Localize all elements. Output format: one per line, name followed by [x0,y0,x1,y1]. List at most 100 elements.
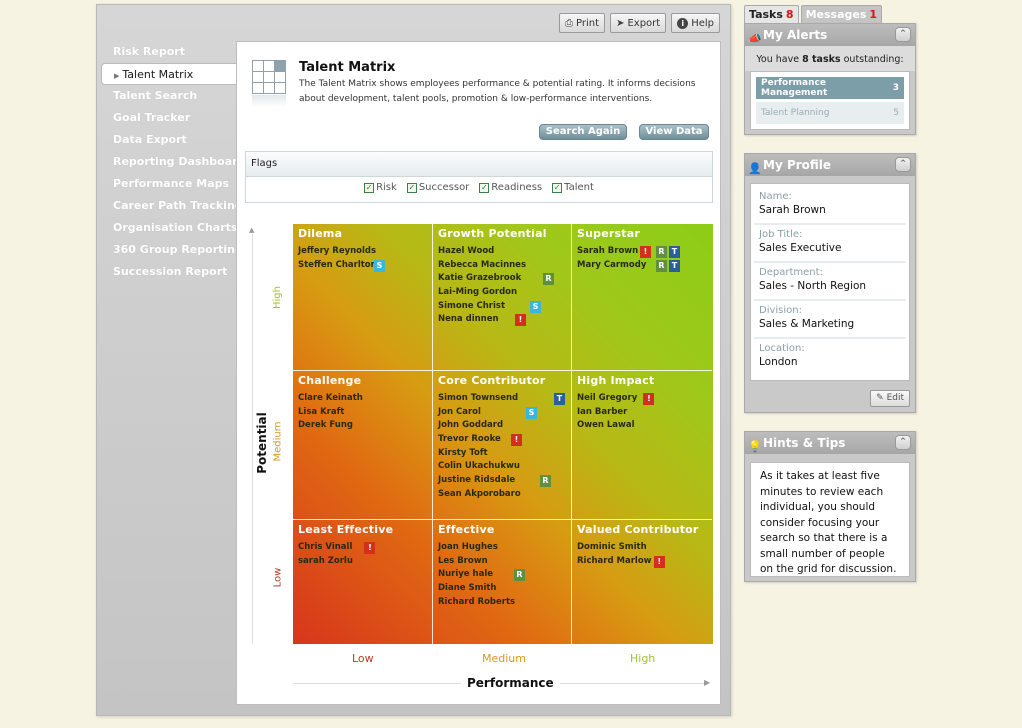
flag-checkbox-risk[interactable]: ✓ Risk [364,182,397,193]
person-entry[interactable]: Katie Grazebrook R [438,272,566,286]
person-entry[interactable]: Chris Vinall! [298,541,427,555]
alert-item-performance-management[interactable]: Performance Management 3 [756,77,904,99]
print-label: Print [576,17,600,29]
collapse-icon[interactable]: ⌃ [895,435,911,450]
person-entry[interactable]: Sarah Brown! R T [577,245,707,259]
person-entry[interactable]: Colin Ukachukwu [438,460,566,474]
person-entry[interactable]: sarah Zorlu [298,555,427,569]
person-entry[interactable]: Joan Hughes [438,541,566,555]
sidebar-item-risk-report[interactable]: Risk Report [97,41,237,63]
field-label: Department: [759,267,823,278]
person-entry[interactable]: Ian Barber [577,406,707,420]
tasks-count-badge: 8 [785,8,794,21]
person-entry[interactable]: Hazel Wood [438,245,566,259]
person-name: Nuriye hale [438,569,494,580]
view-data-button[interactable]: View Data [639,124,709,140]
person-name: Les Brown [438,555,488,566]
readiness-flag-icon: R [543,273,554,286]
person-entry[interactable]: Neil Gregory! [577,392,707,406]
sidebar-item-performance-maps[interactable]: Performance Maps [97,173,237,195]
sidebar-item-talent-search[interactable]: Talent Search [97,85,237,107]
tab-label: Tasks [749,8,783,21]
collapse-icon[interactable]: ⌃ [895,27,911,42]
person-name: Justine Ridsdale [438,475,516,486]
person-name: Simon Townsend [438,393,519,403]
person-entry[interactable]: Sean Akporobaro [438,488,566,502]
person-entry[interactable]: Rebecca Macinnes [438,259,566,273]
megaphone-icon: 📣 [748,32,762,45]
person-entry[interactable]: Richard Marlow! [577,555,707,569]
sidebar-item-talent-matrix[interactable]: ▶ Talent Matrix [101,63,238,85]
person-entry[interactable]: Lai-Ming Gordon [438,286,566,300]
alert-label: Talent Planning [761,108,830,118]
person-name: Lisa Kraft [298,406,345,417]
flag-checkbox-readiness[interactable]: ✓ Readiness [479,182,542,193]
person-entry[interactable]: Owen Lawal [577,419,707,433]
caret-right-icon: ▶ [114,72,120,80]
person-entry[interactable]: Jon Carol S [438,406,566,420]
tab-tasks[interactable]: Tasks 8 [744,5,799,23]
talent-flag-icon: T [554,393,565,405]
alert-item-talent-planning[interactable]: Talent Planning 5 [756,102,904,124]
field-label: Division: [759,305,802,316]
person-entry[interactable]: Dominic Smith [577,541,707,555]
sidebar-item-career-path-tracking[interactable]: Career Path Tracking [97,195,243,217]
person-entry[interactable]: Trevor Rooke! [438,433,566,447]
field-value: Sarah Brown [759,204,826,216]
search-again-button[interactable]: Search Again [539,124,627,140]
widget-title: My Alerts [763,28,828,42]
sidebar-item-reporting-dashboard[interactable]: Reporting Dashboard [97,151,245,173]
print-button[interactable]: ⎙ Print [559,13,606,33]
cell-title: Challenge [298,374,362,387]
person-entry[interactable]: John Goddard [438,419,566,433]
my-alerts-widget: 📣 My Alerts ⌃ You have 8 tasks outstandi… [744,23,916,135]
printer-icon: ⎙ [565,17,574,29]
tab-messages[interactable]: Messages 1 [800,5,883,23]
person-entry[interactable]: Justine Ridsdale R [438,474,566,488]
person-entry[interactable]: Richard Roberts [438,596,566,610]
person-entry[interactable]: Clare Keinath [298,392,427,406]
person-name: Clare Keinath [298,393,363,403]
collapse-icon[interactable]: ⌃ [895,157,911,172]
sidebar-item-360-group-reporting[interactable]: 360 Group Reporting [97,239,243,261]
profile-field-name: Name: Sarah Brown [754,187,906,225]
sidebar-item-data-export[interactable]: Data Export [97,129,237,151]
y-axis-arrow-icon: ▲ [249,226,255,234]
field-label: Name: [759,191,792,202]
field-label: Location: [759,343,805,354]
flag-checkbox-successor[interactable]: ✓ Successor [406,182,470,193]
person-entry[interactable]: Kirsty Toft [438,447,566,461]
x-level-medium: Medium [482,652,526,665]
icon-reflection [252,95,286,107]
person-name: Sean Akporobaro [438,488,521,499]
profile-field-job-title: Job Title: Sales Executive [754,225,906,263]
person-name: Trevor Rooke [438,434,501,445]
flag-checkbox-talent[interactable]: ✓ Talent [552,182,594,193]
sidebar-item-goal-tracker[interactable]: Goal Tracker [97,107,237,129]
person-entry[interactable]: Simone Christ S [438,300,566,314]
person-entry[interactable]: Mary Carmody R T [577,259,707,273]
risk-flag-icon: ! [364,542,376,554]
person-entry[interactable]: Simon Townsend T [438,392,566,406]
help-button[interactable]: i Help [671,13,720,33]
person-entry[interactable]: Lisa Kraft [298,406,427,420]
cell-title: Valued Contributor [577,523,699,536]
person-entry[interactable]: Nuriye hale R [438,568,566,582]
person-entry[interactable]: Nena dinnen! [438,313,566,327]
person-entry[interactable]: Jeffery Reynolds [298,245,427,259]
checkbox-checked-icon: ✓ [479,182,490,193]
sidebar-item-organisation-charts[interactable]: Organisation Charts [97,217,237,239]
summary-count: 8 tasks [802,54,841,65]
person-entry[interactable]: Les Brown [438,555,566,569]
export-button[interactable]: ➤ Export [610,13,667,33]
edit-profile-button[interactable]: ✎ Edit [870,390,910,407]
person-entry[interactable]: Steffen Charlton S [298,259,427,273]
alerts-summary: You have 8 tasks outstanding: [745,46,915,71]
info-icon: i [677,17,689,29]
sidebar-item-succession-report[interactable]: Succession Report [97,261,237,283]
person-name: Hazel Wood [438,246,495,256]
person-entry[interactable]: Diane Smith [438,582,566,596]
person-entry[interactable]: Derek Fung [298,419,427,433]
sidebar-item-label: Talent Search [113,89,198,102]
checkbox-label: Successor [418,182,470,193]
